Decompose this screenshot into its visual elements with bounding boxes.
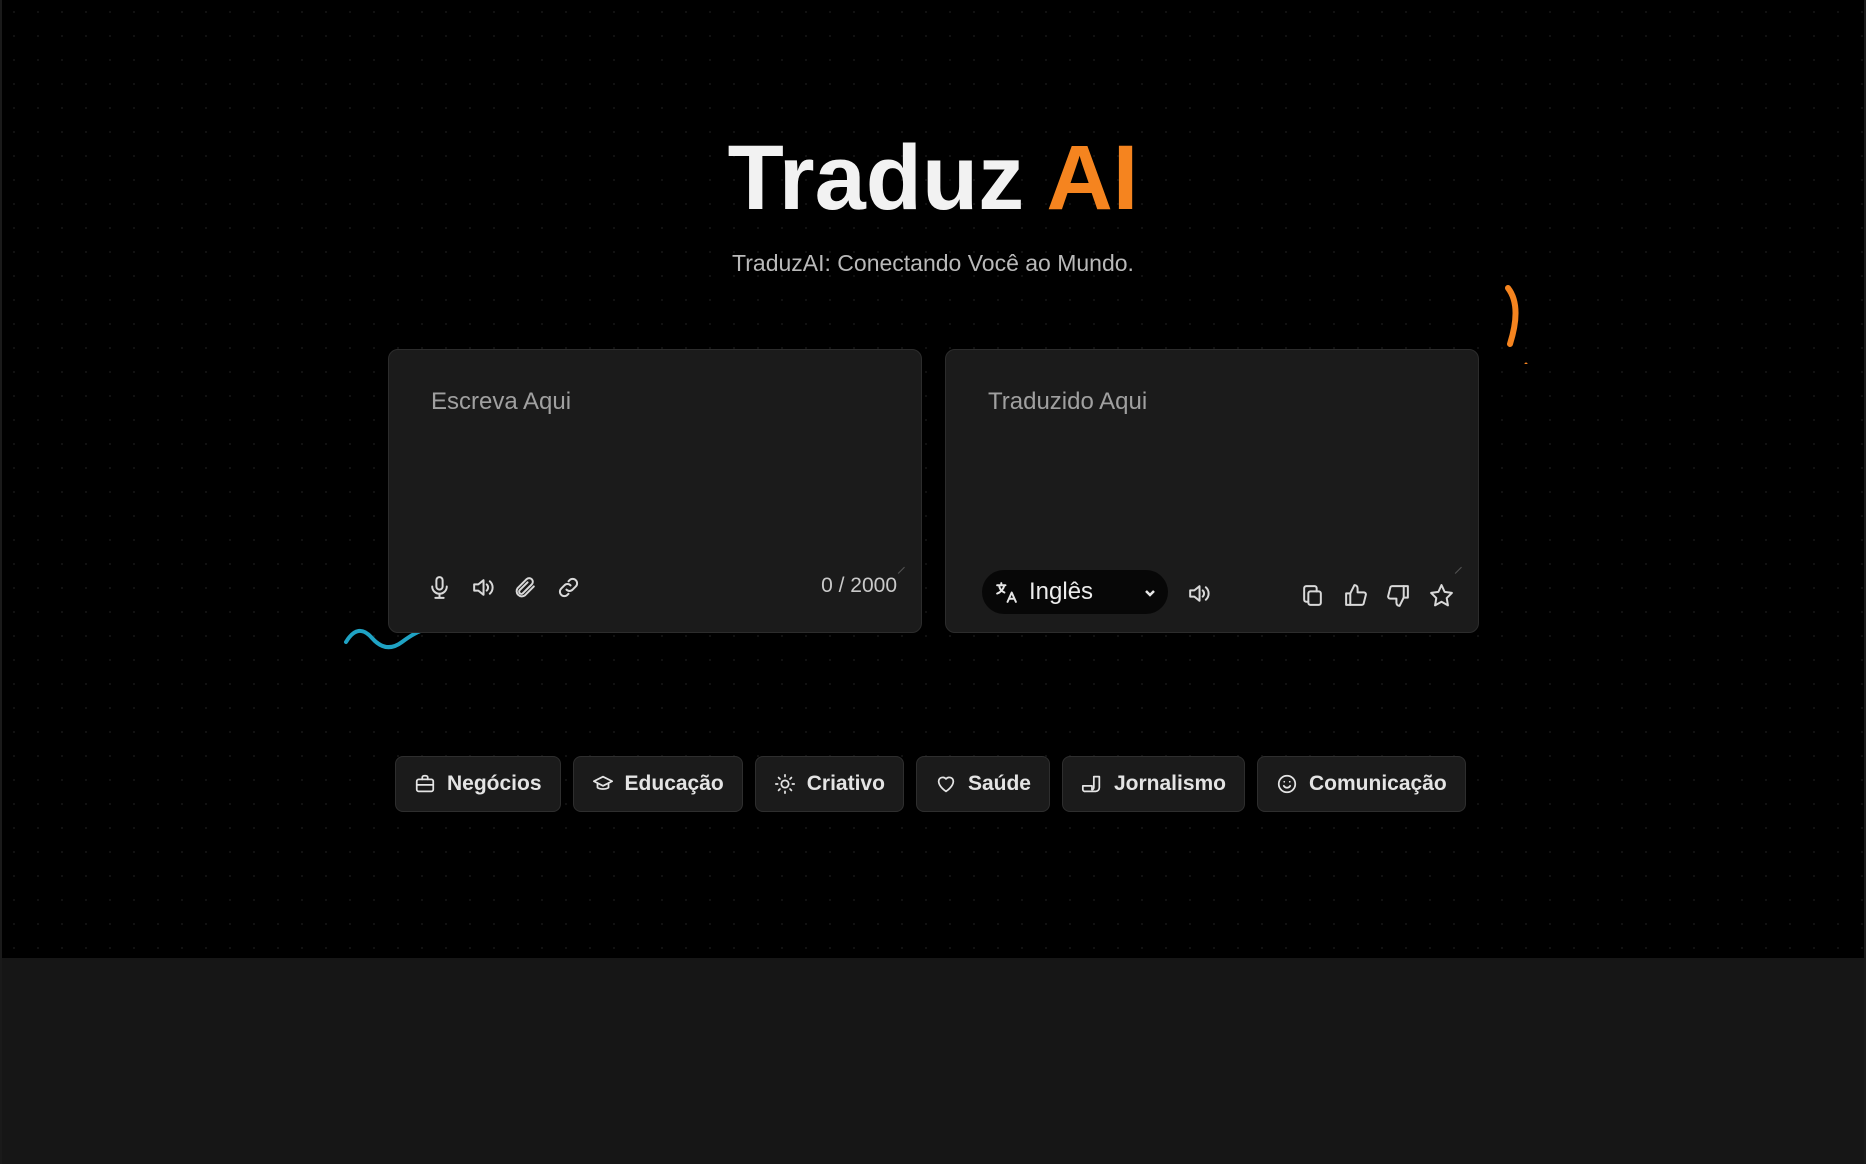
app-frame: Traduz AI TraduzAI: Conectando Você ao M…	[2, 0, 1864, 1164]
heart-icon	[935, 773, 957, 795]
character-counter: 0 / 2000	[821, 574, 897, 597]
microphone-icon[interactable]	[427, 575, 452, 600]
chip-jornalismo[interactable]: Jornalismo	[1061, 756, 1246, 812]
graduation-cap-icon	[592, 773, 614, 795]
chip-saude[interactable]: Saúde	[915, 756, 1050, 812]
chip-criativo[interactable]: Criativo	[754, 756, 904, 812]
copy-icon[interactable]	[1300, 583, 1325, 608]
chip-label: Negócios	[447, 772, 542, 795]
chip-label: Comunicação	[1309, 772, 1447, 795]
chip-label: Jornalismo	[1113, 772, 1227, 795]
lightbulb-icon	[774, 773, 796, 795]
chip-educacao[interactable]: Educação	[572, 756, 743, 812]
chevron-down-icon	[1144, 586, 1156, 598]
newspaper-icon	[1081, 773, 1103, 795]
link-icon[interactable]	[556, 575, 581, 600]
source-toolbar	[427, 575, 581, 600]
thumbs-down-icon[interactable]	[1386, 583, 1411, 608]
category-chips: Negócios Educação Criativo Saúde Jornali…	[395, 756, 1466, 812]
chip-label: Saúde	[967, 772, 1031, 795]
translated-text-panel: Traduzido Aqui Inglês	[945, 349, 1479, 633]
selected-language: Inglês	[1029, 578, 1094, 605]
hero-section: Traduz AI TraduzAI: Conectando Você ao M…	[2, 0, 1864, 958]
source-text-panel[interactable]: Escreva Aqui 0 / 2000	[388, 349, 922, 633]
translate-icon	[994, 580, 1019, 605]
star-icon[interactable]	[1429, 583, 1454, 608]
chip-comunicacao[interactable]: Comunicação	[1257, 756, 1466, 812]
title-main: Traduz	[727, 127, 1025, 229]
speaker-icon[interactable]	[470, 575, 495, 600]
resize-handle[interactable]	[1449, 561, 1462, 574]
language-select[interactable]: Inglês	[982, 570, 1168, 614]
decorative-orange-arc	[1505, 285, 1528, 364]
title-accent: AI	[1046, 127, 1139, 229]
thumbs-up-icon[interactable]	[1343, 583, 1368, 608]
smile-icon	[1276, 773, 1298, 795]
output-toolbar	[1300, 583, 1454, 608]
resize-handle[interactable]	[892, 561, 905, 574]
chip-label: Criativo	[806, 772, 885, 795]
source-text-input[interactable]: Escreva Aqui	[431, 388, 571, 416]
briefcase-icon	[414, 773, 436, 795]
app-title: Traduz AI	[2, 132, 1864, 224]
app-subtitle: TraduzAI: Conectando Você ao Mundo.	[732, 250, 1134, 276]
paperclip-icon[interactable]	[513, 575, 538, 600]
speaker-icon[interactable]	[1186, 581, 1211, 606]
chip-negocios[interactable]: Negócios	[395, 756, 561, 812]
chip-label: Educação	[624, 772, 724, 795]
translated-text-output: Traduzido Aqui	[988, 388, 1148, 415]
